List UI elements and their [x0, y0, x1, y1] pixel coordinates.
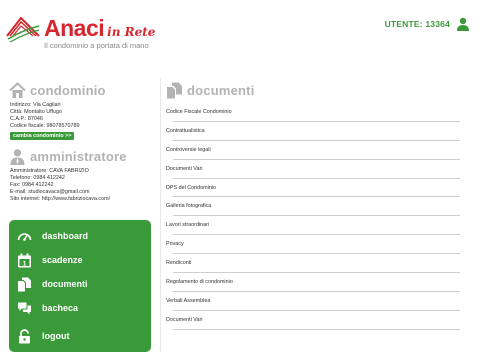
condominio-codice-fiscale: Codice fiscale: 98078570789 — [10, 122, 80, 129]
documenti-list: Codice Fiscale Condominio Contrattualist… — [166, 103, 460, 330]
brand-suffix: in Rete — [107, 25, 156, 39]
list-item[interactable]: Lavori straordinari — [166, 216, 460, 236]
nav-item-scadenze[interactable]: 1 scadenze — [9, 248, 151, 272]
list-item[interactable]: DPS del Condominio — [166, 179, 460, 198]
nav-label-documenti: documenti — [42, 279, 88, 289]
list-item[interactable]: Regolamento di condominio — [166, 273, 460, 292]
condominio-title: condominio — [30, 82, 106, 98]
documenti-header: documenti — [166, 81, 255, 99]
list-item[interactable]: Galleria fotografica — [166, 197, 460, 217]
house-icon — [9, 81, 26, 98]
list-item[interactable]: Documenti Vari — [166, 311, 460, 330]
nav-item-logout[interactable]: logout — [9, 324, 151, 348]
list-item[interactable]: Documenti Vari — [166, 160, 460, 179]
padlock-icon — [19, 328, 30, 343]
user-indicator[interactable]: UTENTE: 13364 — [385, 17, 470, 31]
user-icon — [457, 17, 469, 31]
amministratore-sito[interactable]: Sito internet: http://www.fabriziocava.c… — [10, 196, 110, 203]
nav-item-dashboard[interactable]: dashboard — [9, 224, 151, 248]
condominio-cap: C.A.P.: 87046 — [10, 115, 43, 122]
condominio-indirizzo: Indirizzo: Via Cagliari — [10, 102, 61, 108]
list-item[interactable]: Verbali Assemblea — [166, 292, 460, 311]
nav-label-scadenze: scadenze — [42, 255, 83, 265]
user-label: UTENTE: 13364 — [384, 19, 450, 29]
nav-label-dashboard: dashboard — [42, 231, 89, 241]
anaci-logo: Anaci in Rete Il condominio a portata di … — [6, 12, 166, 52]
documents-icon — [18, 277, 31, 291]
amministratore-fax: Fax: 0984 412242 — [10, 181, 54, 188]
nav-label-logout: logout — [42, 331, 70, 341]
amministratore-header: amministratore — [9, 147, 127, 165]
documents-icon — [167, 82, 182, 98]
main-nav: dashboard 1 scadenze documenti bacheca l… — [9, 220, 151, 352]
list-item[interactable]: Contrattualistica — [166, 122, 460, 141]
condominio-citta: Città: Montalto Uffugo — [10, 108, 63, 115]
brand-tagline: Il condominio a portata di mano — [44, 41, 149, 50]
amministratore-details: Amministratore: CAVA FABRIZIO Telefono: … — [10, 168, 110, 203]
chat-bubbles-icon — [18, 302, 31, 314]
amministratore-title: amministratore — [30, 148, 127, 164]
column-divider — [160, 78, 161, 352]
logo-mark-icon — [6, 16, 40, 43]
documenti-title: documenti — [187, 82, 255, 98]
admin-user-icon — [10, 148, 25, 165]
amministratore-telefono: Telefono: 0984 412242 — [10, 174, 65, 181]
nav-item-documenti[interactable]: documenti — [9, 272, 151, 296]
condominio-details: Indirizzo: Via Cagliari Città: Montalto … — [10, 102, 80, 130]
change-condominio-button[interactable]: cambia condominio >> — [10, 132, 75, 140]
amministratore-email[interactable]: E-mail: studiocavacs@gmail.com — [10, 189, 110, 196]
brand-title: Anaci in Rete — [44, 16, 155, 44]
nav-label-bacheca: bacheca — [42, 303, 79, 313]
list-item[interactable]: Privacy — [166, 235, 460, 255]
brand-name: Anaci — [44, 15, 105, 41]
amministratore-nome: Amministratore: CAVA FABRIZIO — [10, 168, 89, 174]
calendar-icon: 1 — [18, 253, 31, 267]
list-item[interactable]: Controversie legali — [166, 141, 460, 160]
condominio-header: condominio — [9, 81, 106, 99]
list-item[interactable]: Codice Fiscale Condominio — [166, 103, 460, 122]
list-item[interactable]: Rendiconti — [166, 254, 460, 273]
gauge-icon — [17, 232, 32, 241]
nav-item-bacheca[interactable]: bacheca — [9, 296, 151, 320]
svg-text:1: 1 — [23, 260, 27, 267]
